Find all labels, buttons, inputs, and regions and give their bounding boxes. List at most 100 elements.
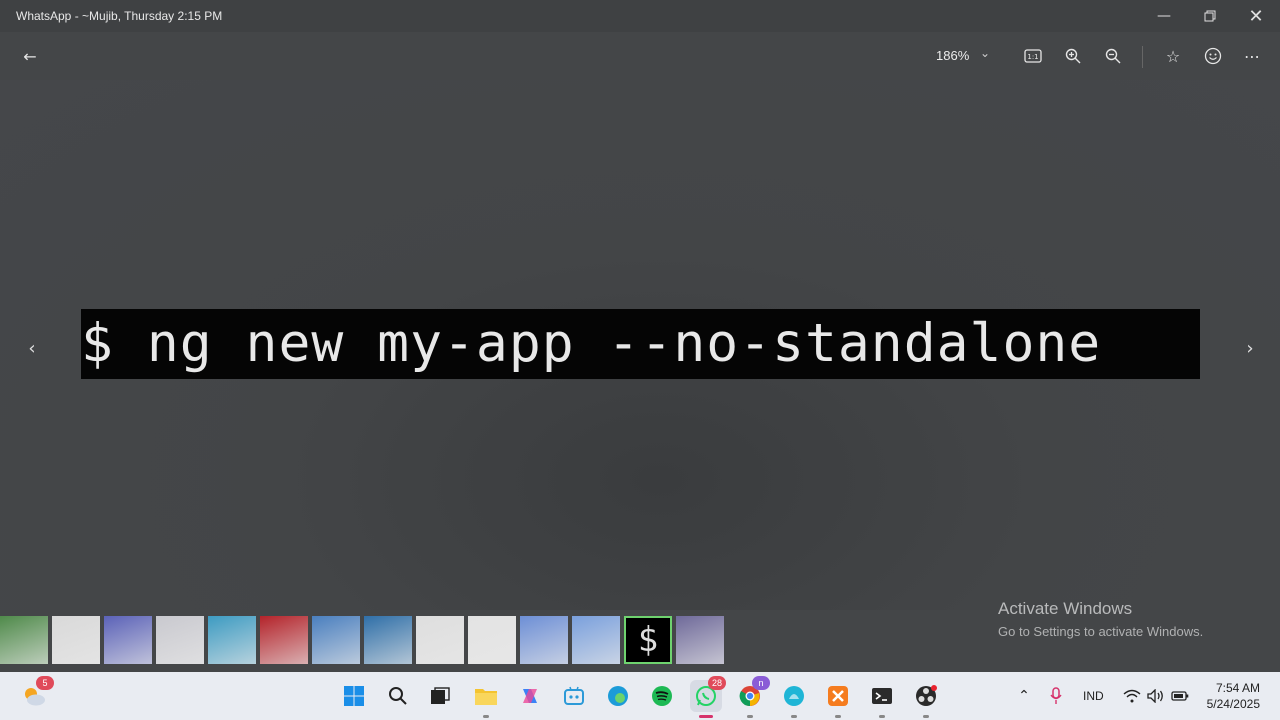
actual-size-icon: 1:1 — [1024, 49, 1042, 63]
filmstrip-thumbnail[interactable] — [364, 616, 412, 664]
smiley-icon — [1204, 47, 1222, 65]
command-image: $ ng new my-app --no-standalone — [81, 309, 1200, 379]
restore-button[interactable] — [1187, 0, 1233, 32]
zoom-out-button[interactable] — [1097, 40, 1129, 72]
back-arrow-icon: ← — [23, 46, 37, 66]
filmstrip-thumbnail[interactable] — [676, 616, 724, 664]
star-icon: ☆ — [1165, 46, 1181, 66]
react-button[interactable] — [1197, 40, 1229, 72]
battery-button[interactable] — [1164, 680, 1196, 712]
running-indicator — [747, 715, 753, 718]
taskbar: 5 28 n ⌃ IND 7:54 AM 5/24/2025 — [0, 672, 1280, 720]
chevron-right-icon: › — [1246, 337, 1254, 359]
obs-icon — [916, 685, 937, 706]
terminal-button[interactable] — [866, 680, 898, 718]
clock[interactable]: 7:54 AM 5/24/2025 — [1207, 680, 1260, 712]
microphone-button[interactable] — [1040, 680, 1072, 712]
filmstrip-thumbnail[interactable] — [104, 616, 152, 664]
filmstrip-thumbnail[interactable] — [52, 616, 100, 664]
chrome-button[interactable]: n — [734, 676, 770, 718]
app-button[interactable] — [778, 680, 810, 718]
chevron-down-icon[interactable]: ⌄ — [980, 46, 990, 60]
water-drop-icon — [784, 686, 804, 706]
xampp-button[interactable] — [822, 680, 854, 718]
zoom-level[interactable]: 186% — [936, 48, 969, 63]
activate-windows-subtitle: Go to Settings to activate Windows. — [998, 624, 1204, 639]
filmstrip: $ — [0, 616, 724, 664]
next-image-button[interactable]: › — [1238, 336, 1262, 360]
filmstrip-thumbnail[interactable] — [156, 616, 204, 664]
filmstrip-thumbnail[interactable] — [208, 616, 256, 664]
activate-windows-title: Activate Windows — [998, 599, 1133, 618]
spotify-icon — [652, 686, 672, 706]
edge-button[interactable] — [602, 680, 634, 712]
zoom-in-icon — [1065, 48, 1081, 64]
task-view-button[interactable] — [424, 680, 456, 712]
favorite-button[interactable]: ☆ — [1157, 40, 1189, 72]
search-button[interactable] — [382, 680, 414, 712]
restore-icon — [1204, 10, 1216, 22]
weather-badge: 5 — [36, 676, 54, 690]
running-indicator — [835, 715, 841, 718]
filmstrip-thumbnail[interactable] — [572, 616, 620, 664]
spotify-button[interactable] — [646, 680, 678, 712]
thumbnail-glyph: $ — [637, 620, 659, 660]
filmstrip-thumbnail[interactable] — [260, 616, 308, 664]
running-indicator — [923, 715, 929, 718]
active-indicator — [699, 715, 713, 718]
chrome-badge: n — [752, 676, 770, 690]
close-icon: ✕ — [1248, 5, 1264, 27]
close-button[interactable]: ✕ — [1233, 0, 1279, 32]
bot-icon — [564, 686, 584, 705]
copilot-icon — [523, 689, 537, 703]
teams-button[interactable] — [558, 680, 590, 712]
weather-widget[interactable]: 5 — [18, 676, 54, 712]
show-hidden-icons-button[interactable]: ⌃ — [1008, 680, 1040, 712]
zoom-out-icon — [1105, 48, 1121, 64]
filmstrip-thumbnail[interactable] — [520, 616, 568, 664]
clock-time: 7:54 AM — [1215, 681, 1260, 695]
chevron-left-icon: ‹ — [28, 337, 36, 359]
clock-date: 5/24/2025 — [1206, 697, 1260, 711]
minimize-button[interactable]: — — [1141, 0, 1187, 32]
running-indicator — [483, 715, 489, 718]
start-button[interactable] — [338, 680, 370, 712]
more-options-button[interactable]: ⋯ — [1236, 40, 1268, 72]
filmstrip-thumbnail[interactable] — [312, 616, 360, 664]
running-indicator — [791, 715, 797, 718]
file-explorer-button[interactable] — [470, 680, 502, 718]
previous-image-button[interactable]: ‹ — [20, 336, 44, 360]
zoom-in-button[interactable] — [1057, 40, 1089, 72]
wifi-icon — [1123, 689, 1141, 703]
terminal-icon — [872, 688, 892, 704]
svg-text:1:1: 1:1 — [1027, 53, 1038, 61]
speaker-icon — [1147, 689, 1163, 703]
folder-icon — [475, 689, 497, 705]
back-button[interactable]: ← — [14, 40, 46, 72]
copilot-button[interactable] — [514, 680, 546, 712]
actual-size-button[interactable]: 1:1 — [1017, 40, 1049, 72]
running-indicator — [879, 715, 885, 718]
chevron-up-icon: ⌃ — [1018, 688, 1030, 704]
windows-logo-icon — [344, 686, 364, 706]
filmstrip-thumbnail[interactable]: $ — [624, 616, 672, 664]
task-view-icon — [431, 687, 450, 704]
whatsapp-button[interactable]: 28 — [690, 676, 726, 718]
more-icon: ⋯ — [1244, 46, 1260, 66]
filmstrip-thumbnail[interactable] — [468, 616, 516, 664]
whatsapp-badge: 28 — [708, 676, 726, 690]
battery-icon — [1171, 691, 1189, 701]
command-text: $ ng new my-app --no-standalone — [81, 313, 1102, 374]
edge-icon — [608, 686, 628, 706]
microphone-icon — [1050, 687, 1062, 704]
toolbar-divider — [1142, 46, 1143, 68]
filmstrip-thumbnail[interactable] — [0, 616, 48, 664]
search-icon — [389, 687, 407, 705]
xampp-icon — [828, 686, 848, 706]
language-indicator[interactable]: IND — [1083, 672, 1104, 720]
minimize-icon: — — [1157, 8, 1171, 24]
filmstrip-thumbnail[interactable] — [416, 616, 464, 664]
title-bar: WhatsApp - ~Mujib, Thursday 2:15 PM — ✕ — [0, 0, 1280, 32]
window-title: WhatsApp - ~Mujib, Thursday 2:15 PM — [16, 9, 223, 23]
obs-button[interactable] — [910, 680, 942, 718]
